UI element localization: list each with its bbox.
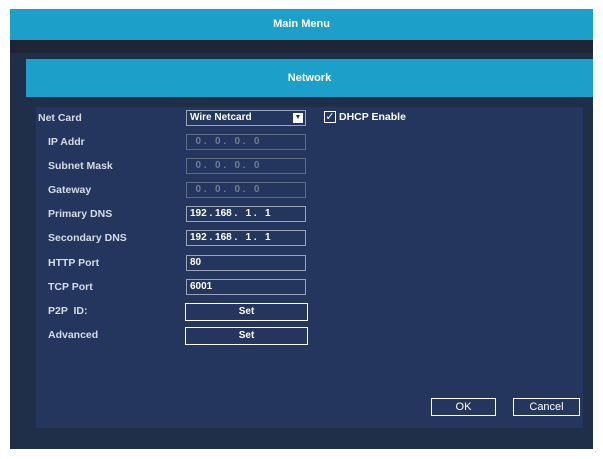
net-card-value: Wire Netcard [190, 112, 252, 123]
net-card-select[interactable]: Wire Netcard ▼ [186, 110, 306, 126]
p2p-id-set-button[interactable]: Set [185, 303, 308, 321]
network-dialog-body [36, 107, 583, 428]
secondary-dns-label: Secondary DNS [48, 232, 127, 244]
title-divider [10, 40, 593, 53]
main-menu-title: Main Menu [10, 9, 593, 40]
tcp-port-label: TCP Port [48, 281, 93, 293]
primary-dns-field[interactable]: 192 . 168 . 1 . 1 [186, 206, 306, 222]
chevron-down-icon[interactable]: ▼ [293, 113, 303, 123]
advanced-set-button[interactable]: Set [185, 327, 308, 345]
http-port-field[interactable]: 80 [186, 255, 306, 271]
ok-button[interactable]: OK [431, 398, 496, 416]
gateway-label: Gateway [48, 184, 92, 196]
tcp-port-field[interactable]: 6001 [186, 279, 306, 295]
http-port-label: HTTP Port [48, 257, 100, 269]
secondary-dns-field[interactable]: 192 . 168 . 1 . 1 [186, 230, 306, 246]
ip-addr-label: IP Addr [48, 136, 85, 148]
subnet-mask-field[interactable]: 0 . 0 . 0 . 0 [186, 158, 306, 174]
subnet-mask-label: Subnet Mask [48, 160, 113, 172]
dvr-screen: Main Menu Network [10, 9, 593, 449]
network-dialog-title: Network [26, 59, 593, 97]
p2p-id-label: P2P ID: [48, 305, 88, 317]
net-card-label: Net Card [38, 112, 82, 124]
advanced-label: Advanced [48, 329, 99, 341]
cancel-button[interactable]: Cancel [513, 398, 580, 416]
gateway-field[interactable]: 0 . 0 . 0 . 0 [186, 182, 306, 198]
dhcp-enable-checkbox[interactable]: ✓ [324, 111, 336, 123]
dhcp-enable-label: DHCP Enable [339, 111, 406, 123]
ip-addr-field[interactable]: 0 . 0 . 0 . 0 [186, 134, 306, 150]
primary-dns-label: Primary DNS [48, 208, 113, 220]
